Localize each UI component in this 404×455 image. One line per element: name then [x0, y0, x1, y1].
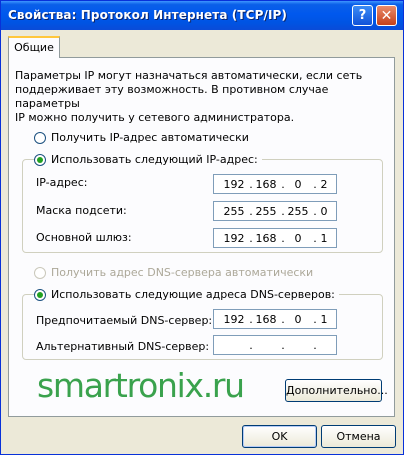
- alternate-dns-input[interactable]: . . .: [213, 335, 337, 355]
- help-icon: ?: [358, 8, 367, 23]
- ip-octet[interactable]: 0: [286, 313, 310, 326]
- ip-octet[interactable]: 255: [286, 205, 310, 218]
- ip-octet[interactable]: 168: [254, 313, 278, 326]
- window-title: Свойства: Протокол Интернета (TCP/IP): [8, 8, 287, 22]
- dns-auto-radio[interactable]: [34, 266, 46, 279]
- octet-separator: .: [249, 339, 253, 352]
- ip-manual-radio[interactable]: [34, 153, 46, 166]
- advanced-button[interactable]: Дополнительно...: [285, 379, 388, 402]
- ip-auto-radio[interactable]: [34, 131, 46, 144]
- intro-line: IP можно получить у сетевого администрат…: [15, 111, 295, 124]
- ip-octet[interactable]: 192: [222, 313, 246, 326]
- subnet-mask-input[interactable]: 255 . 255 . 255 . 0: [213, 201, 337, 221]
- ip-octet[interactable]: 192: [222, 232, 246, 245]
- tcpip-properties-dialog: Свойства: Протокол Интернета (TCP/IP) ? …: [0, 0, 404, 455]
- dns-auto-option[interactable]: Получить адрес DNS-сервера автоматически: [34, 266, 313, 279]
- dns-manual-radio[interactable]: [34, 288, 46, 301]
- alternate-dns-label: Альтернативный DNS-сервер:: [36, 340, 210, 353]
- title-bar[interactable]: Свойства: Протокол Интернета (TCP/IP) ? …: [1, 1, 403, 30]
- dns-manual-option[interactable]: Использовать следующие адреса DNS-сервер…: [34, 288, 339, 301]
- ip-octet[interactable]: 168: [254, 178, 278, 191]
- octet-separator: .: [313, 339, 317, 352]
- tab-general[interactable]: Общие: [8, 36, 60, 58]
- ip-address-input[interactable]: 192 . 168 . 0 . 2: [213, 174, 337, 194]
- dns-auto-label: Получить адрес DNS-сервера автоматически: [51, 266, 314, 279]
- ip-octet[interactable]: 168: [254, 232, 278, 245]
- ip-auto-option[interactable]: Получить IP-адрес автоматически: [34, 131, 249, 144]
- preferred-dns-label: Предпочитаемый DNS-сервер:: [36, 314, 213, 327]
- tab-general-label: Общие: [14, 41, 54, 54]
- ip-octet[interactable]: 192: [222, 178, 246, 191]
- ip-auto-label: Получить IP-адрес автоматически: [51, 131, 249, 144]
- ip-octet[interactable]: 2: [312, 178, 336, 191]
- ip-octet[interactable]: 255: [222, 205, 246, 218]
- ok-button[interactable]: OK: [242, 425, 317, 448]
- close-icon: ✕: [380, 7, 393, 24]
- intro-text: Параметры IP могут назначаться автоматич…: [15, 69, 385, 125]
- preferred-dns-input[interactable]: 192 . 168 . 0 . 1: [213, 309, 337, 329]
- close-button[interactable]: ✕: [376, 5, 397, 26]
- ip-manual-option[interactable]: Использовать следующий IP-адрес:: [34, 153, 262, 166]
- cancel-button[interactable]: Отмена: [321, 425, 396, 448]
- ip-octet[interactable]: 0: [312, 205, 336, 218]
- dns-manual-label: Использовать следующие адреса DNS-сервер…: [51, 288, 335, 301]
- intro-line: поддерживает эту возможность. В противно…: [15, 83, 329, 110]
- intro-line: Параметры IP могут назначаться автоматич…: [15, 69, 363, 82]
- ip-octet[interactable]: 0: [286, 178, 310, 191]
- ip-octet[interactable]: 1: [312, 232, 336, 245]
- ip-octet[interactable]: 1: [312, 313, 336, 326]
- subnet-mask-label: Маска подсети:: [36, 204, 127, 217]
- ip-address-label: IP-адрес:: [36, 176, 88, 189]
- gateway-input[interactable]: 192 . 168 . 0 . 1: [213, 228, 337, 248]
- ip-octet[interactable]: 0: [286, 232, 310, 245]
- ip-manual-label: Использовать следующий IP-адрес:: [51, 153, 258, 166]
- gateway-label: Основной шлюз:: [36, 231, 132, 244]
- octet-separator: .: [281, 339, 285, 352]
- ip-octet[interactable]: 255: [254, 205, 278, 218]
- watermark-logo: smartronix.ru: [37, 366, 245, 405]
- help-button[interactable]: ?: [352, 5, 373, 26]
